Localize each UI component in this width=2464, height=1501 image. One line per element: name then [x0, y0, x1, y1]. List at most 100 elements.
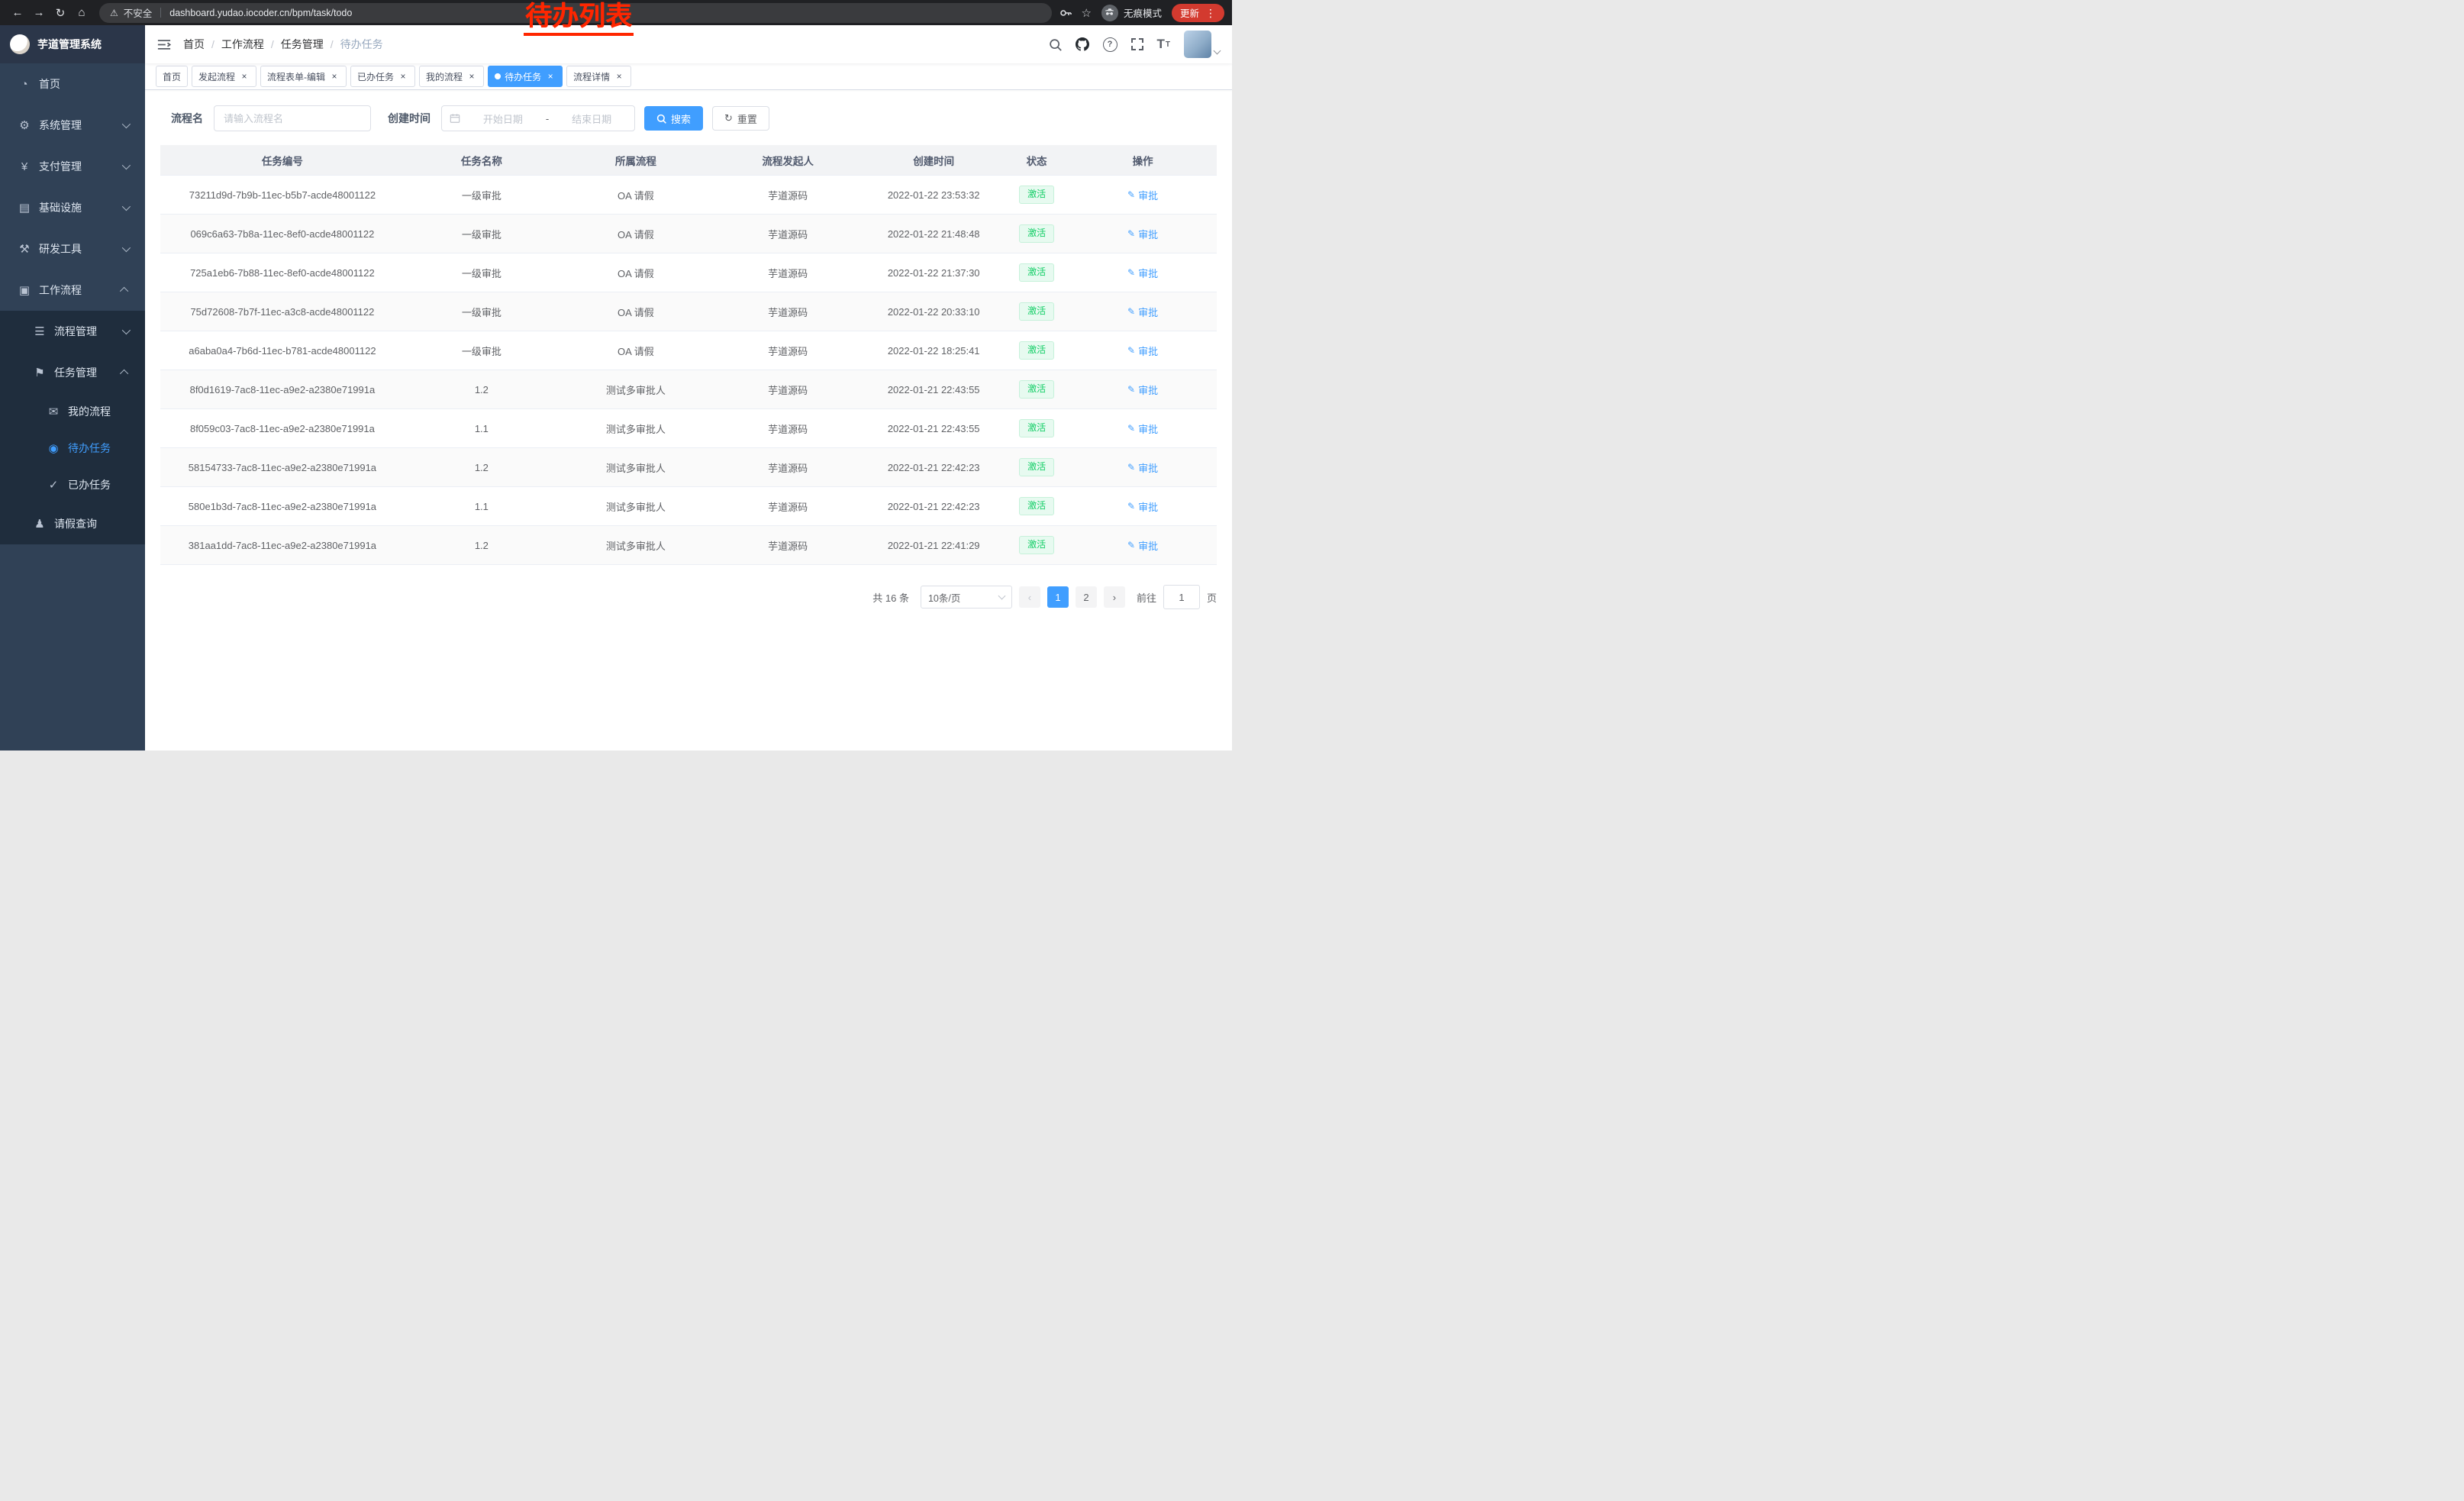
approve-button[interactable]: ✎审批: [1127, 421, 1158, 436]
page-2-button[interactable]: 2: [1076, 586, 1097, 608]
cell-task-id: 580e1b3d-7ac8-11ec-a9e2-a2380e71991a: [160, 487, 405, 526]
sidebar-item-workflow[interactable]: ▣工作流程: [0, 270, 145, 311]
breadcrumb-item[interactable]: 任务管理: [281, 37, 324, 52]
approve-button[interactable]: ✎审批: [1127, 188, 1158, 202]
refresh-icon[interactable]: ↻: [50, 3, 70, 23]
sidebar-item-process-mgmt[interactable]: ☰流程管理: [0, 311, 145, 352]
create-time-label: 创建时间: [388, 111, 431, 126]
breadcrumb-separator: /: [271, 38, 274, 50]
page-1-button[interactable]: 1: [1047, 586, 1069, 608]
app-logo[interactable]: 芋道管理系统: [0, 25, 145, 63]
approve-label: 审批: [1138, 344, 1158, 358]
process-name-input[interactable]: [214, 105, 371, 131]
tab-process-detail[interactable]: 流程详情×: [566, 66, 631, 87]
approve-label: 审批: [1138, 460, 1158, 475]
cell-created: 2022-01-21 22:42:23: [863, 448, 1005, 487]
sidebar-item-devtools[interactable]: ⚒研发工具: [0, 228, 145, 270]
user-avatar[interactable]: [1184, 31, 1220, 58]
breadcrumb-item[interactable]: 工作流程: [221, 37, 264, 52]
approve-button[interactable]: ✎审批: [1127, 266, 1158, 280]
forward-icon[interactable]: →: [29, 3, 49, 23]
update-button[interactable]: 更新 ⋮: [1172, 4, 1224, 22]
breadcrumb-item[interactable]: 首页: [183, 37, 205, 52]
approve-button[interactable]: ✎审批: [1127, 499, 1158, 514]
address-bar[interactable]: ⚠ 不安全 dashboard.yudao.iocoder.cn/bpm/tas…: [99, 3, 1052, 23]
bookmark-star-icon[interactable]: ☆: [1082, 6, 1092, 20]
tab-close-icon[interactable]: ×: [466, 71, 477, 82]
sidebar-toggle-icon[interactable]: [157, 39, 171, 50]
cell-initiator: 芋道源码: [713, 487, 863, 526]
tab-close-icon[interactable]: ×: [545, 71, 556, 82]
sidebar-item-label: 已办任务: [68, 477, 145, 492]
sidebar-item-todo-tasks[interactable]: ◉待办任务: [0, 430, 145, 466]
sidebar-item-label: 任务管理: [54, 365, 122, 380]
page-size-select[interactable]: 10条/页: [921, 586, 1012, 608]
tab-home[interactable]: 首页: [156, 66, 188, 87]
approve-button[interactable]: ✎审批: [1127, 383, 1158, 397]
date-range-picker[interactable]: 开始日期 - 结束日期: [441, 105, 635, 131]
address-divider: [160, 8, 161, 18]
tab-done-tasks[interactable]: 已办任务×: [350, 66, 415, 87]
edit-icon: ✎: [1127, 267, 1135, 278]
sidebar-item-my-process[interactable]: ✉我的流程: [0, 393, 145, 430]
approve-button[interactable]: ✎审批: [1127, 227, 1158, 241]
goto-page-input[interactable]: [1163, 585, 1200, 609]
approve-button[interactable]: ✎审批: [1127, 460, 1158, 475]
cell-status: 激活: [1005, 409, 1069, 448]
sidebar-item-home[interactable]: ◔首页: [0, 63, 145, 105]
browser-menu-icon[interactable]: ⋮: [1205, 8, 1216, 18]
cell-action: ✎审批: [1069, 409, 1217, 448]
cell-process: 测试多审批人: [559, 370, 713, 409]
tab-close-icon[interactable]: ×: [614, 71, 624, 82]
key-icon[interactable]: [1059, 7, 1072, 19]
cell-created: 2022-01-21 22:43:55: [863, 409, 1005, 448]
status-badge: 激活: [1019, 263, 1054, 282]
github-icon[interactable]: [1076, 37, 1089, 51]
sidebar-item-payment[interactable]: ¥支付管理: [0, 146, 145, 187]
search-icon[interactable]: [1049, 38, 1062, 51]
home-icon[interactable]: ⌂: [72, 3, 92, 23]
reset-button[interactable]: ↻ 重置: [712, 106, 769, 131]
chevron-down-icon: [122, 202, 131, 211]
tab-close-icon[interactable]: ×: [329, 71, 340, 82]
help-icon[interactable]: ?: [1103, 37, 1118, 52]
cell-action: ✎审批: [1069, 292, 1217, 331]
prev-page-button[interactable]: ‹: [1019, 586, 1040, 608]
pagination-total: 共 16 条: [872, 590, 909, 605]
column-header: 创建时间: [863, 145, 1005, 176]
task-mgmt-icon: ⚑: [31, 366, 49, 379]
sidebar-item-leave-query[interactable]: ♟请假查询: [0, 503, 145, 544]
sidebar-item-task-mgmt[interactable]: ⚑ 任务管理: [0, 352, 145, 393]
approve-button[interactable]: ✎审批: [1127, 538, 1158, 553]
tab-todo-tasks[interactable]: 待办任务×: [488, 66, 563, 87]
fullscreen-icon[interactable]: [1131, 38, 1143, 50]
cell-status: 激活: [1005, 448, 1069, 487]
done-icon: ✓: [44, 478, 63, 492]
cell-created: 2022-01-22 23:53:32: [863, 176, 1005, 215]
tab-label: 首页: [163, 70, 181, 83]
cell-process: 测试多审批人: [559, 526, 713, 565]
back-icon[interactable]: ←: [8, 3, 27, 23]
tab-my-process[interactable]: 我的流程×: [419, 66, 484, 87]
cell-action: ✎审批: [1069, 526, 1217, 565]
todo-icon: ◉: [44, 441, 63, 455]
table-row: 725a1eb6-7b88-11ec-8ef0-acde48001122一级审批…: [160, 253, 1217, 292]
navbar-actions: ? TT: [1049, 31, 1221, 58]
next-page-button[interactable]: ›: [1104, 586, 1125, 608]
font-size-icon[interactable]: TT: [1157, 37, 1171, 52]
tab-form-edit[interactable]: 流程表单-编辑×: [260, 66, 347, 87]
sidebar-item-system[interactable]: ⚙系统管理: [0, 105, 145, 146]
security-label: 不安全: [124, 5, 153, 20]
sidebar-item-done-tasks[interactable]: ✓ 已办任务: [0, 466, 145, 503]
approve-button[interactable]: ✎审批: [1127, 305, 1158, 319]
tab-close-icon[interactable]: ×: [239, 71, 250, 82]
tab-close-icon[interactable]: ×: [398, 71, 408, 82]
cell-process: 测试多审批人: [559, 448, 713, 487]
approve-label: 审批: [1138, 383, 1158, 397]
tab-start-process[interactable]: 发起流程×: [192, 66, 256, 87]
sidebar-item-infra[interactable]: ▤基础设施: [0, 187, 145, 228]
search-button[interactable]: 搜索: [644, 106, 703, 131]
column-header: 任务编号: [160, 145, 405, 176]
approve-button[interactable]: ✎审批: [1127, 344, 1158, 358]
status-badge: 激活: [1019, 302, 1054, 321]
